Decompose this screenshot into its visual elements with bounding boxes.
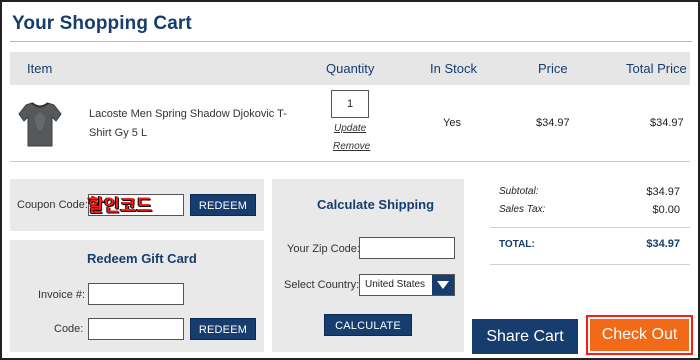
- header-price: Price: [538, 61, 568, 76]
- price-value: $34.97: [536, 117, 570, 129]
- gift-code-label: Code:: [54, 323, 84, 335]
- header-total-price: Total Price: [626, 61, 687, 76]
- subtotal-label: Subtotal:: [499, 186, 539, 197]
- coupon-redeem-button[interactable]: REDEEM: [190, 194, 256, 216]
- header-item: Item: [27, 61, 53, 76]
- summary-divider-bottom: [490, 264, 690, 265]
- checkout-button[interactable]: Check Out: [590, 319, 689, 351]
- invoice-input[interactable]: [88, 283, 184, 305]
- country-select[interactable]: United States: [359, 274, 455, 296]
- update-link[interactable]: Update: [334, 123, 366, 134]
- sales-tax-label: Sales Tax:: [499, 204, 546, 215]
- header-in-stock: In Stock: [430, 61, 477, 76]
- gift-code-input[interactable]: [88, 318, 184, 340]
- in-stock-value: Yes: [443, 117, 461, 129]
- summary-divider-top: [490, 227, 690, 228]
- country-select-value: United States: [365, 279, 426, 290]
- gift-redeem-button[interactable]: REDEEM: [190, 318, 256, 340]
- country-label: Select Country:: [284, 279, 360, 291]
- product-name[interactable]: Lacoste Men Spring Shadow Djokovic T-Shi…: [89, 105, 309, 143]
- coupon-code-label: Coupon Code:: [17, 199, 88, 211]
- calculate-button[interactable]: CALCULATE: [324, 314, 412, 336]
- share-cart-button[interactable]: Share Cart: [472, 319, 578, 354]
- zip-code-input[interactable]: [359, 237, 455, 259]
- header-quantity: Quantity: [326, 61, 375, 76]
- row-divider: [10, 161, 690, 162]
- page-title: Your Shopping Cart: [12, 13, 192, 34]
- gift-card-title: Redeem Gift Card: [87, 251, 197, 266]
- product-tshirt-image[interactable]: [18, 100, 62, 148]
- table-header: Item Quantity In Stock Price Total Price: [10, 52, 690, 85]
- subtotal-value: $34.97: [646, 186, 680, 198]
- total-value: $34.97: [646, 238, 680, 250]
- remove-link[interactable]: Remove: [333, 141, 370, 152]
- shipping-title: Calculate Shipping: [317, 197, 435, 212]
- chevron-down-icon[interactable]: [432, 275, 454, 295]
- title-divider: [10, 41, 692, 42]
- invoice-label: Invoice #:: [38, 289, 86, 301]
- total-price-value: $34.97: [650, 117, 684, 129]
- sales-tax-value: $0.00: [652, 204, 680, 216]
- quantity-input[interactable]: [331, 90, 369, 118]
- total-label: TOTAL:: [499, 239, 535, 250]
- cart-frame: Your Shopping Cart Item Quantity In Stoc…: [0, 0, 700, 360]
- zip-code-label: Your Zip Code:: [287, 243, 360, 255]
- coupon-code-input[interactable]: [88, 194, 184, 216]
